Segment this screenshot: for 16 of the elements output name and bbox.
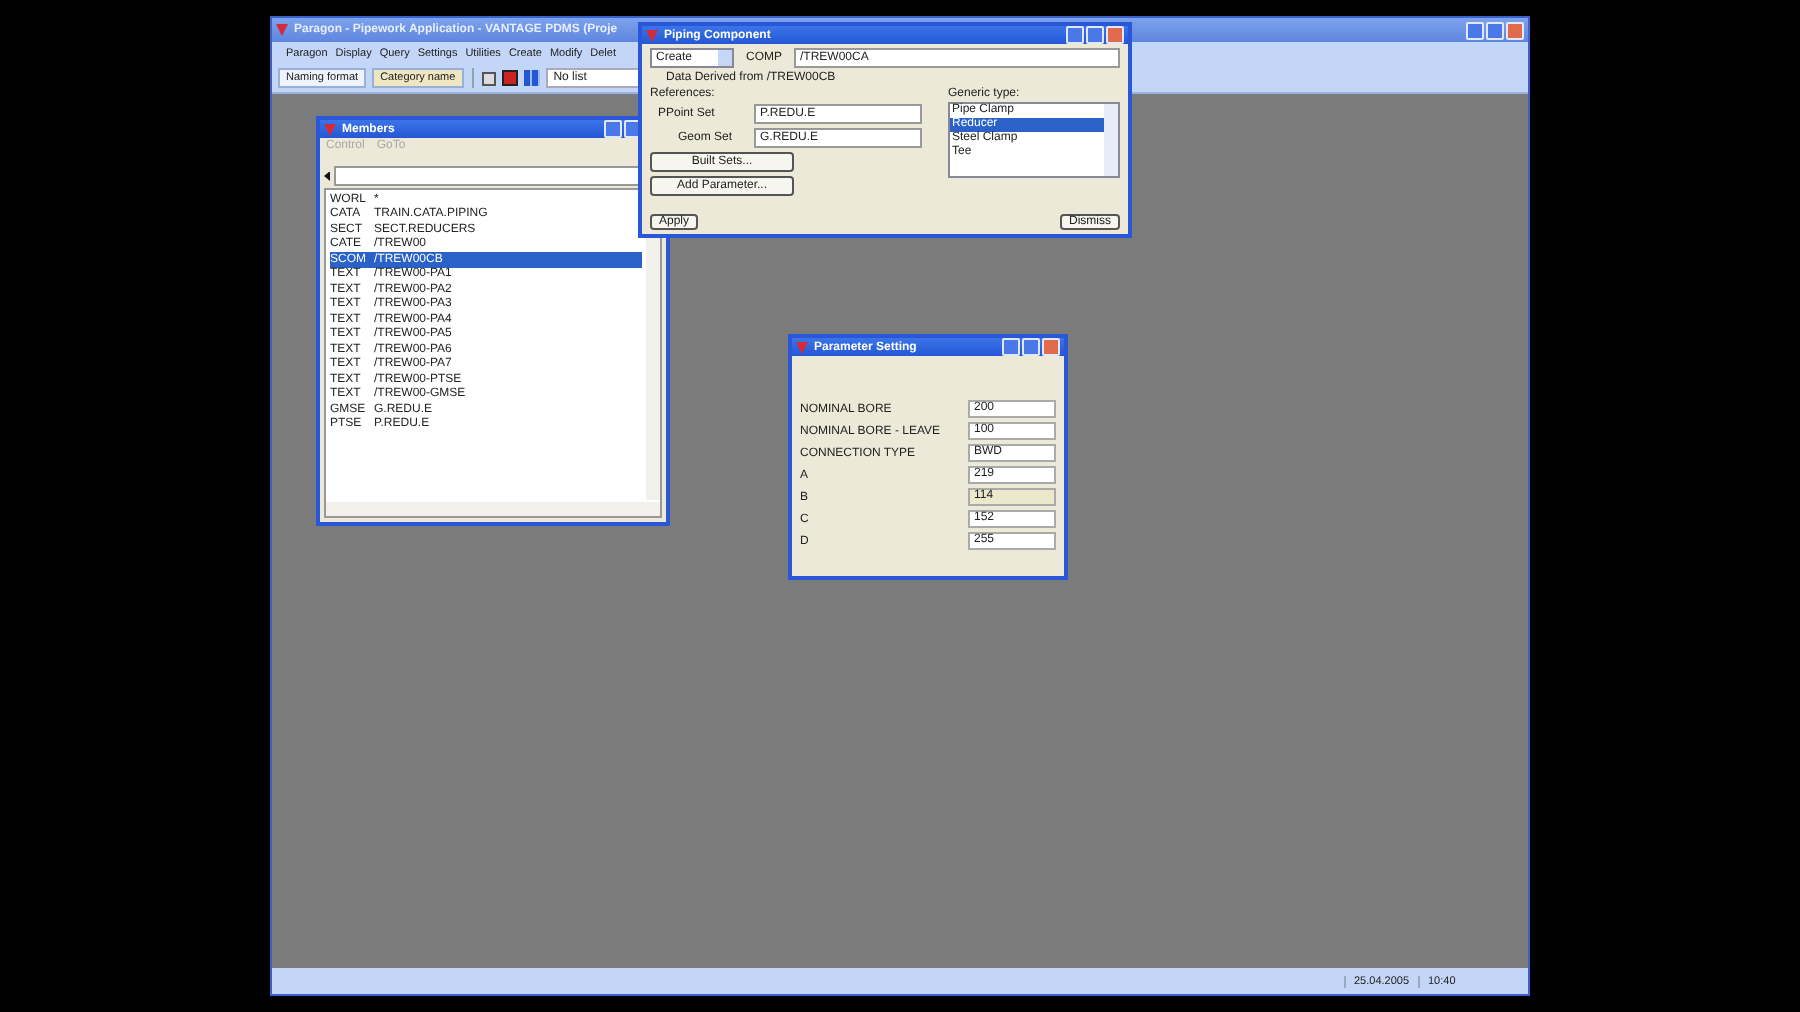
vertical-scrollbar[interactable]: [1104, 104, 1118, 176]
close-button[interactable]: [1106, 26, 1124, 44]
triangle-logo-icon: [796, 341, 808, 353]
close-button[interactable]: [1506, 21, 1524, 39]
grid-icon[interactable]: [523, 70, 540, 86]
maximize-button[interactable]: [1086, 26, 1104, 44]
maximize-button[interactable]: [1022, 338, 1040, 356]
minimize-button[interactable]: [1466, 21, 1484, 39]
minimize-button[interactable]: [1002, 338, 1020, 356]
save-icon[interactable]: [501, 70, 518, 86]
horizontal-scrollbar[interactable]: [326, 502, 660, 516]
triangle-logo-icon: [324, 123, 336, 135]
minimize-button[interactable]: [604, 120, 622, 138]
minimize-button[interactable]: [1066, 26, 1084, 44]
close-button[interactable]: [1042, 338, 1060, 356]
maximize-button[interactable]: [1486, 21, 1504, 39]
